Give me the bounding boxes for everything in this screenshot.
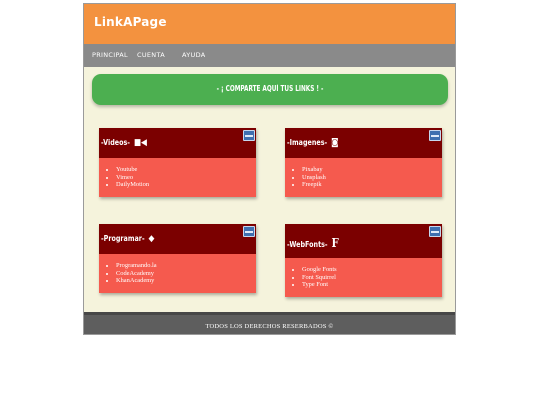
nav-item-ayuda[interactable]: AYUDA xyxy=(182,51,206,59)
card-title-text: -Programar- xyxy=(101,234,145,243)
nav-item-cuenta[interactable]: CUENTA xyxy=(137,51,165,59)
nav-bar: PRINCIPAL CUENTA AYUDA xyxy=(84,44,455,67)
card-programar: -Programar- ◆ Programando.la CodeAcademy… xyxy=(99,224,256,293)
card-header: -Videos- ■◀ xyxy=(99,128,256,158)
card-header: -Programar- ◆ xyxy=(99,224,256,254)
video-camera-icon: ■◀ xyxy=(133,138,147,148)
card-webfonts: -WebFonts- F Google Fonts Font Squirrel … xyxy=(285,224,442,297)
font-icon: F xyxy=(331,236,339,250)
list-item[interactable]: Freepik xyxy=(302,181,442,189)
card-title-text: -Videos- xyxy=(101,138,130,147)
share-badge-icon[interactable] xyxy=(429,130,441,141)
list-item[interactable]: CodeAcademy xyxy=(116,270,256,278)
list-item[interactable]: KhanAcademy xyxy=(116,277,256,285)
footer-bar: TODOS LOS DERECHOS RESERBADOS © xyxy=(84,312,455,334)
list-item[interactable]: Google Fonts xyxy=(302,266,442,274)
site-logo[interactable]: LinkAPage xyxy=(94,15,167,29)
card-header: -WebFonts- F xyxy=(285,224,442,258)
card-videos: -Videos- ■◀ Youtube Vimeo DailyMotion xyxy=(99,128,256,197)
list-item[interactable]: Youtube xyxy=(116,166,256,174)
nav-item-principal[interactable]: PRINCIPAL xyxy=(92,51,128,59)
link-list: Google Fonts Font Squirrel Type Font xyxy=(285,258,442,297)
list-item[interactable]: DailyMotion xyxy=(116,181,256,189)
card-imagenes: -Imagenes- ◙ Pixabay Unsplash Freepik xyxy=(285,128,442,197)
link-list: Pixabay Unsplash Freepik xyxy=(285,158,442,197)
footer-copyright: TODOS LOS DERECHOS RESERBADOS © xyxy=(205,323,334,330)
link-list: Programando.la CodeAcademy KhanAcademy xyxy=(99,254,256,293)
list-item[interactable]: Unsplash xyxy=(302,174,442,182)
share-badge-icon[interactable] xyxy=(243,226,255,237)
card-title: -Imagenes- ◙ xyxy=(287,138,339,148)
page-container: LinkAPage PRINCIPAL CUENTA AYUDA - ¡ COM… xyxy=(83,3,456,335)
card-header: -Imagenes- ◙ xyxy=(285,128,442,158)
share-links-banner[interactable]: - ¡ COMPARTE AQUÍ TUS LINKS ! - xyxy=(92,74,448,105)
diamond-icon: ◆ xyxy=(148,234,155,244)
list-item[interactable]: Pixabay xyxy=(302,166,442,174)
list-item[interactable]: Programando.la xyxy=(116,262,256,270)
card-title: -Programar- ◆ xyxy=(101,234,154,244)
list-item[interactable]: Type Font xyxy=(302,281,442,289)
share-badge-icon[interactable] xyxy=(243,130,255,141)
list-item[interactable]: Vimeo xyxy=(116,174,256,182)
camera-icon: ◙ xyxy=(331,138,339,148)
share-badge-icon[interactable] xyxy=(429,226,441,237)
header-bar: LinkAPage xyxy=(84,4,455,44)
list-item[interactable]: Font Squirrel xyxy=(302,274,442,282)
banner-text: - ¡ COMPARTE AQUÍ TUS LINKS ! - xyxy=(216,84,324,93)
card-title: -Videos- ■◀ xyxy=(101,138,147,148)
card-title: -WebFonts- F xyxy=(287,236,339,250)
card-title-text: -WebFonts- xyxy=(287,240,328,249)
card-title-text: -Imagenes- xyxy=(287,138,328,147)
link-list: Youtube Vimeo DailyMotion xyxy=(99,158,256,197)
